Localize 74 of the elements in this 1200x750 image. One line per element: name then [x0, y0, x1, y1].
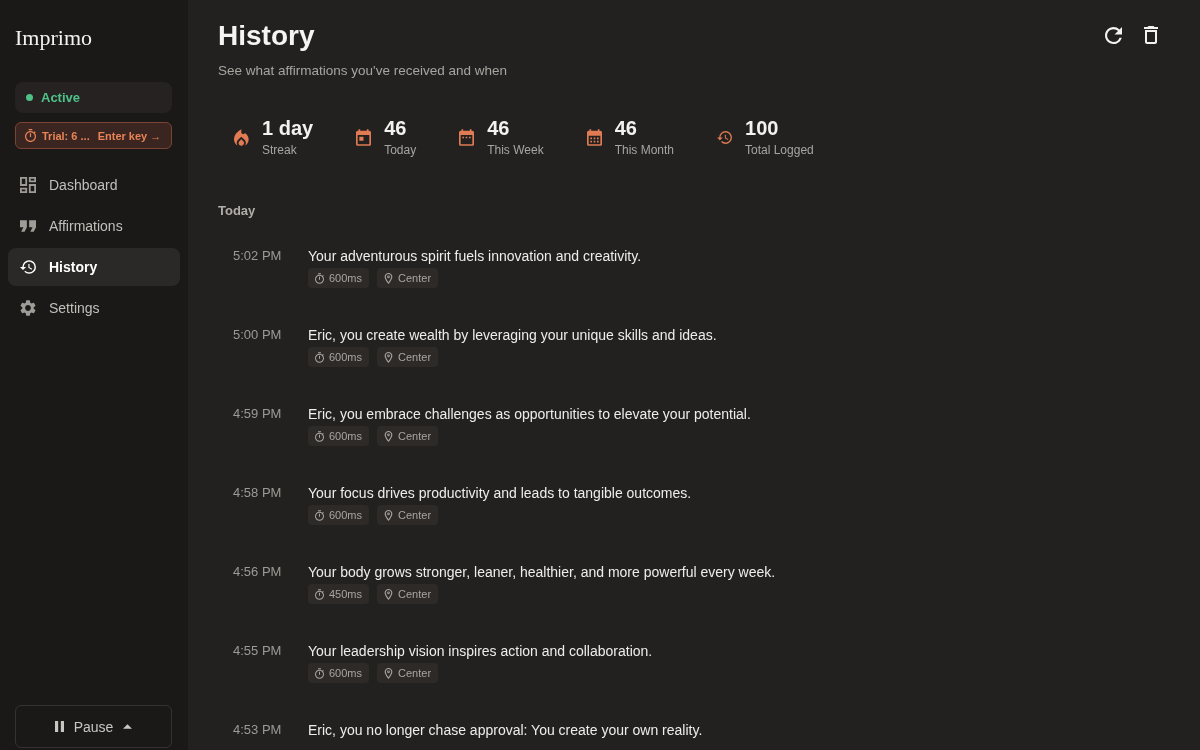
stat-value: 46	[384, 116, 408, 140]
duration-text: 600ms	[329, 509, 363, 521]
entry-time: 5:02 PM	[233, 247, 283, 265]
location-pin-icon	[384, 351, 394, 363]
position-text: Center	[398, 272, 432, 284]
entry-time: 4:58 PM	[233, 484, 283, 502]
location-pin-icon	[384, 272, 394, 284]
stopwatch-icon	[315, 588, 324, 600]
history-icon	[20, 259, 36, 275]
position-text: Center	[398, 351, 432, 363]
affirmation-text: Eric, you embrace challenges as opportunities to elevate your potential.	[308, 405, 752, 424]
stopwatch-icon	[315, 351, 324, 363]
location-pin-icon	[384, 588, 394, 600]
stat-label: This Week	[487, 142, 544, 158]
stat-label: Today	[384, 142, 417, 158]
affirmation-text: Your leadership vision inspires action and collaboration.	[308, 642, 654, 661]
entry-time: 4:56 PM	[233, 563, 283, 581]
affirmation-text: Your focus drives productivity and leads to tangible outcomes.	[308, 484, 693, 503]
section-heading: Today	[218, 203, 257, 219]
stat-label: Total Logged	[745, 142, 814, 158]
affirmation-text: Your adventurous spirit fuels innovation and creativity.	[308, 247, 643, 266]
affirmation-text: Your body grows stronger, leaner, healthier, and more powerful every week.	[308, 563, 777, 582]
stat-value: 46	[487, 116, 511, 140]
dashboard-icon	[20, 177, 36, 193]
stat-value: 1 day	[262, 116, 314, 140]
stat-label: Streak	[262, 142, 298, 158]
stat-label: This Month	[614, 142, 674, 158]
affirmation-text: Eric, you no longer chase approval: You create your own reality.	[308, 721, 704, 740]
nav-item[interactable]: History	[8, 248, 180, 286]
stat-value: 100	[745, 116, 780, 140]
entry-time: 4:59 PM	[233, 405, 283, 423]
calendar-icon	[586, 128, 602, 146]
stopwatch-icon	[315, 667, 324, 679]
duration-text: 450ms	[329, 588, 363, 600]
stat-value: 46	[614, 116, 638, 140]
position-text: Center	[398, 430, 432, 442]
location-pin-icon	[384, 430, 394, 442]
refresh-icon	[1104, 26, 1122, 44]
duration-text: 600ms	[329, 430, 363, 442]
nav-item[interactable]: Affirmations	[8, 207, 180, 245]
calendar-icon	[356, 128, 372, 146]
affirmation-text: Eric, you create wealth by leveraging your unique skills and ideas.	[308, 326, 718, 345]
duration-text: 600ms	[329, 667, 363, 679]
entry-time: 4:53 PM	[233, 721, 283, 739]
entry-time: 5:00 PM	[233, 326, 283, 344]
history-icon	[717, 128, 732, 146]
position-text: Center	[398, 509, 432, 521]
pause-icon	[54, 721, 64, 732]
duration-text: 600ms	[329, 351, 363, 363]
entry-time: 4:55 PM	[233, 642, 283, 660]
trial-label: Trial: 6 ...	[42, 129, 90, 142]
location-pin-icon	[384, 509, 394, 521]
gear-icon	[20, 300, 36, 316]
page-subtitle: See what affirmations you've received and when	[218, 62, 507, 80]
trash-icon	[1144, 26, 1158, 44]
stopwatch-icon	[315, 509, 324, 521]
quote-icon	[20, 218, 36, 234]
stopwatch-icon	[315, 430, 324, 442]
nav-item[interactable]: Settings	[8, 289, 180, 327]
caret-up-icon	[123, 724, 133, 729]
pause-button[interactable]: Pause	[15, 705, 172, 748]
duration-text: 600ms	[329, 272, 363, 284]
stopwatch-icon	[25, 129, 36, 142]
page-title: History	[218, 19, 316, 53]
nav-item[interactable]: Dashboard	[8, 166, 180, 204]
enter-key-link[interactable]: Enter key →	[97, 129, 162, 142]
flame-icon	[234, 128, 249, 146]
position-text: Center	[398, 667, 432, 679]
stopwatch-icon	[315, 272, 324, 284]
location-pin-icon	[384, 667, 394, 679]
app-name: Imprimo	[15, 25, 92, 51]
status-label: Active	[41, 90, 81, 105]
position-text: Center	[398, 588, 432, 600]
calendar-icon	[459, 128, 475, 146]
